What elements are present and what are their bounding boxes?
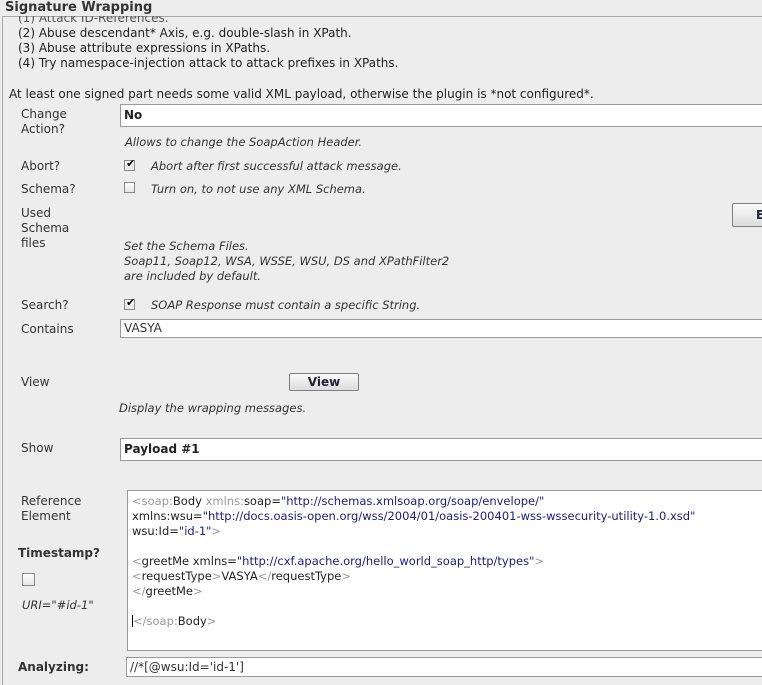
schema-text: Turn on, to not use any XML Schema. xyxy=(151,182,366,196)
checkmark-icon: ✔ xyxy=(126,296,136,309)
schema-checkbox[interactable] xyxy=(124,182,135,193)
search-text: SOAP Response must contain a specific St… xyxy=(151,298,421,312)
xml-token: = xyxy=(271,494,281,508)
abort-label: Abort? xyxy=(21,159,61,173)
change-action-label-2: Action? xyxy=(21,122,65,136)
xml-token: Body xyxy=(177,614,207,628)
xml-token: </ xyxy=(257,569,272,583)
xml-token: > xyxy=(211,524,222,538)
configuration-note: At least one signed part needs some vali… xyxy=(9,87,594,101)
xml-token: requestType xyxy=(271,569,342,583)
xml-line-8 xyxy=(132,599,762,614)
xml-token: > xyxy=(341,569,352,583)
abort-checkbox[interactable]: ✔ xyxy=(124,157,136,171)
show-label: Show xyxy=(21,441,54,455)
reference-label-2: Element xyxy=(21,509,71,523)
xml-token: soap xyxy=(243,494,272,508)
timestamp-checkbox[interactable] xyxy=(22,573,35,586)
xml-token: < xyxy=(132,494,142,508)
xml-token: "http://docs.oasis-open.org/wss/2004/01/… xyxy=(202,509,696,523)
xml-line-3: wsu:Id="id-1"> xyxy=(132,524,762,539)
xml-token: "http://schemas.xmlsoap.org/soap/envelop… xyxy=(280,494,545,508)
xml-token: greetMe xyxy=(141,554,193,568)
xml-token: = xyxy=(193,509,203,523)
edit-schema-files-button[interactable]: E xyxy=(732,203,762,227)
xml-token: > xyxy=(206,614,217,628)
schema-files-label-3: files xyxy=(21,236,46,250)
timestamp-label: Timestamp? xyxy=(18,546,100,560)
change-action-select[interactable]: No xyxy=(120,104,762,127)
schema-files-label-1: Used xyxy=(21,206,52,220)
signature-wrapping-panel: Signature Wrapping (1) Attack ID-Referen… xyxy=(0,0,762,685)
show-select[interactable]: Payload #1 xyxy=(120,438,762,461)
xml-token: soap: xyxy=(141,494,173,508)
xml-token: VASYA xyxy=(221,569,258,583)
schema-files-hint-1: Set the Schema Files. xyxy=(124,239,249,253)
change-action-hint: Allows to change the SoapAction Header. xyxy=(125,135,363,149)
xml-token: </ xyxy=(133,614,147,628)
xml-token: xmlns: xyxy=(205,494,244,508)
xml-token: = xyxy=(227,554,237,568)
contains-label: Contains xyxy=(21,322,74,336)
xml-token: = xyxy=(169,524,179,538)
checkmark-icon: ✔ xyxy=(126,157,136,170)
xml-line-5: <greetMe xmlns="http://cxf.apache.org/he… xyxy=(132,554,762,569)
xml-token: xmlns:wsu xyxy=(132,509,194,523)
xml-token: </ xyxy=(132,584,146,598)
schema-files-hint-3: are included by default. xyxy=(124,269,262,283)
xml-token: xmlns xyxy=(192,554,228,568)
desc-line-3: (3) Abuse attribute expressions in XPath… xyxy=(18,41,271,55)
xml-token: > xyxy=(534,554,545,568)
xml-token: requestType xyxy=(141,569,212,583)
view-label: View xyxy=(21,375,50,389)
view-button[interactable]: View xyxy=(289,373,359,391)
desc-line-2: (2) Abuse descendant* Axis, e.g. double-… xyxy=(18,26,352,40)
xml-line-2: xmlns:wsu="http://docs.oasis-open.org/ws… xyxy=(132,509,762,524)
xml-line-6: <requestType>VASYA</requestType> xyxy=(132,569,762,584)
xml-token: > xyxy=(192,584,203,598)
contains-input[interactable]: VASYA xyxy=(120,319,762,338)
xml-line-7: </greetMe> xyxy=(132,584,762,599)
schema-files-label-2: Schema xyxy=(21,221,70,235)
analyzing-xpath-input[interactable]: //*[@wsu:Id='id-1'] xyxy=(126,657,762,677)
xml-line-9: </soap:Body> xyxy=(132,614,762,629)
uri-label: URI="#id-1" xyxy=(22,598,94,612)
xml-token: Body xyxy=(172,494,206,508)
desc-line-4: (4) Try namespace-injection attack to at… xyxy=(18,56,399,70)
panel-border-left xyxy=(2,16,3,685)
xml-token: wsu:Id xyxy=(132,524,170,538)
abort-text: Abort after first successful attack mess… xyxy=(151,159,402,173)
xml-token: greetMe xyxy=(145,584,193,598)
xml-token: "id-1" xyxy=(178,524,212,538)
view-hint: Display the wrapping messages. xyxy=(119,401,307,415)
schema-label: Schema? xyxy=(21,182,76,196)
xml-line-4 xyxy=(132,539,762,554)
xml-token: "http://cxf.apache.org/hello_world_soap_… xyxy=(236,554,535,568)
xml-token: soap: xyxy=(146,614,178,628)
search-checkbox[interactable]: ✔ xyxy=(124,296,136,310)
search-label: Search? xyxy=(21,298,69,312)
reference-label-1: Reference xyxy=(21,494,82,508)
xml-token: < xyxy=(132,554,142,568)
panel-title: Signature Wrapping xyxy=(5,0,153,15)
analyzing-label: Analyzing: xyxy=(18,660,89,674)
change-action-label-1: Change xyxy=(21,107,67,121)
xml-token: < xyxy=(132,569,142,583)
schema-files-hint-2: Soap11, Soap12, WSA, WSSE, WSU, DS and X… xyxy=(124,254,450,268)
reference-xml-editor[interactable]: <soap:Body xmlns:soap="http://schemas.xm… xyxy=(127,490,762,651)
xml-line-1: <soap:Body xmlns:soap="http://schemas.xm… xyxy=(132,494,762,509)
xml-token: > xyxy=(211,569,222,583)
